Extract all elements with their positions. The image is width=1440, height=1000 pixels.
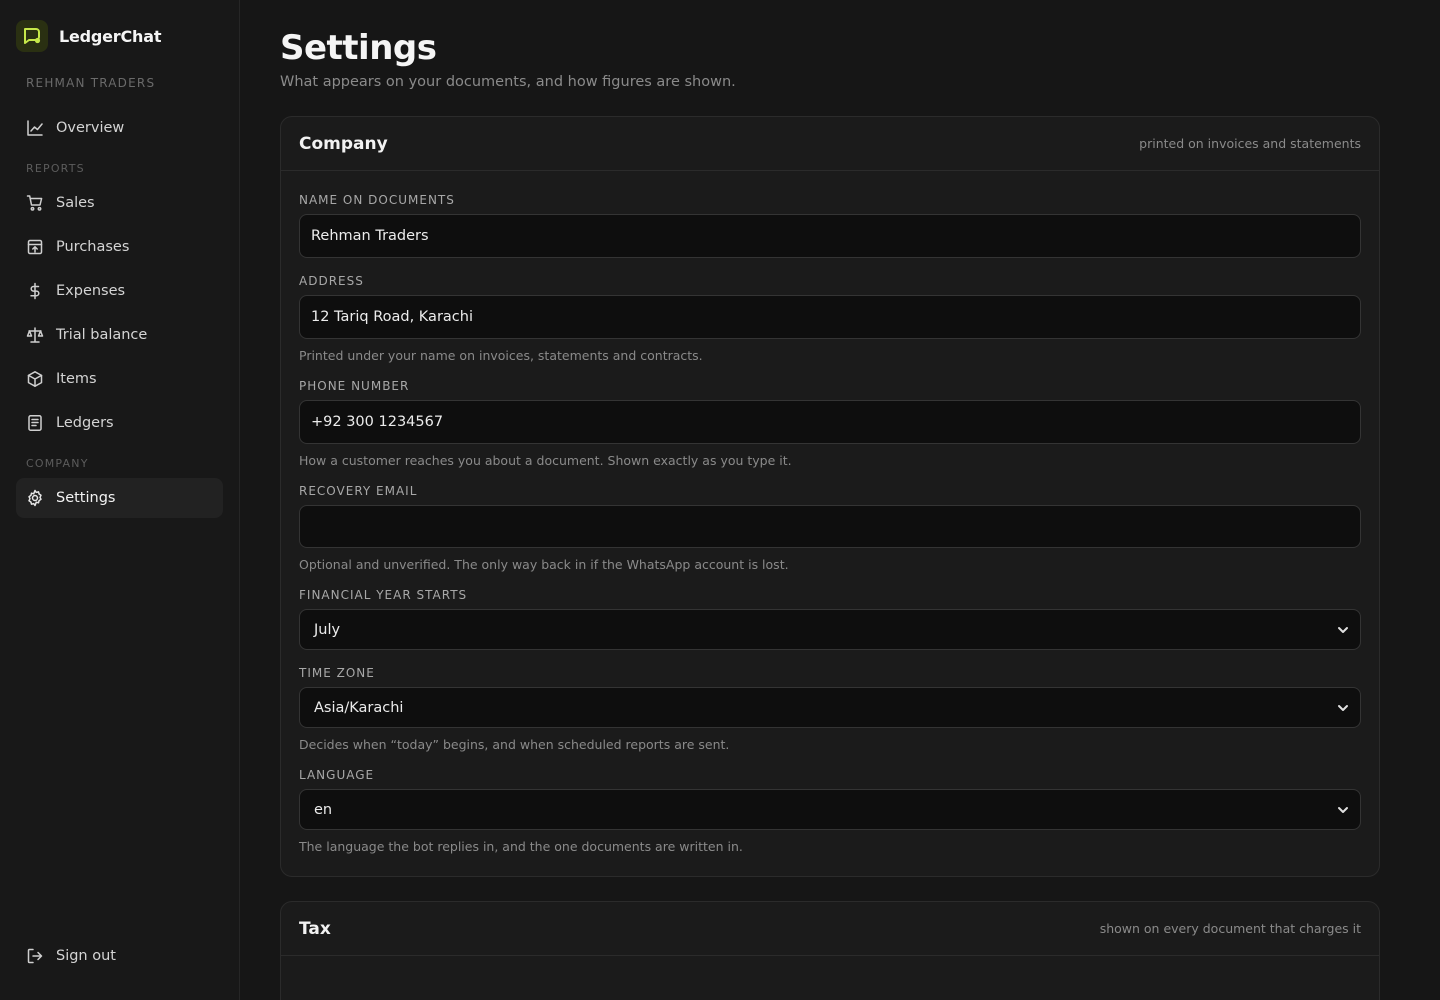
phone-number-input[interactable] <box>299 400 1361 444</box>
time-zone-value: Asia/Karachi <box>314 699 404 716</box>
sidebar-item-label: Sales <box>56 195 95 211</box>
sign-out-icon <box>27 948 43 964</box>
name-field-label: NAME ON DOCUMENTS <box>299 193 455 207</box>
sidebar-item-label: Purchases <box>56 239 130 255</box>
sidebar-item-expenses[interactable]: Expenses <box>16 271 223 311</box>
shopping-cart-icon <box>26 195 43 211</box>
box-icon <box>27 371 43 387</box>
phone-field-group: PHONE NUMBER How a customer reaches you … <box>299 379 1361 468</box>
chevron-down-icon <box>1338 627 1348 633</box>
recovery-email-input[interactable] <box>299 505 1361 548</box>
package-in-icon <box>27 239 43 255</box>
sidebar: LedgerChat REHMAN TRADERS Overview REPOR… <box>0 0 240 1000</box>
company-card: Company printed on invoices and statemen… <box>280 116 1380 877</box>
language-field-group: LANGUAGE en The language the bot replies… <box>299 768 1361 854</box>
address-field-group: ADDRESS Printed under your name on invoi… <box>299 274 1361 363</box>
language-hint: The language the bot replies in, and the… <box>299 839 743 854</box>
email-hint: Optional and unverified. The only way ba… <box>299 557 789 572</box>
sidebar-item-items[interactable]: Items <box>16 359 223 399</box>
tax-card-header: Tax shown on every document that charges… <box>281 902 1379 956</box>
name-on-documents-input[interactable] <box>299 214 1361 258</box>
time-zone-field-group: TIME ZONE Asia/Karachi Decides when “tod… <box>299 666 1361 752</box>
company-card-note: printed on invoices and statements <box>1139 136 1361 151</box>
sign-out-label: Sign out <box>56 948 116 964</box>
app-root: LedgerChat REHMAN TRADERS Overview REPOR… <box>0 0 1440 1000</box>
company-card-header: Company printed on invoices and statemen… <box>281 117 1379 171</box>
dollar-icon <box>30 282 40 300</box>
sidebar-item-settings[interactable]: Settings <box>16 478 223 518</box>
sign-out-button[interactable]: Sign out <box>16 936 224 976</box>
sidebar-item-sales[interactable]: Sales <box>16 183 223 223</box>
phone-hint: How a customer reaches you about a docum… <box>299 453 792 468</box>
financial-year-field-group: FINANCIAL YEAR STARTS July <box>299 588 1361 650</box>
sidebar-item-overview[interactable]: Overview <box>16 108 223 148</box>
sidebar-item-purchases[interactable]: Purchases <box>16 227 223 267</box>
sidebar-item-label: Overview <box>56 120 125 136</box>
address-input[interactable] <box>299 295 1361 339</box>
sidebar-item-label: Trial balance <box>56 327 148 343</box>
brand-name: LedgerChat <box>59 26 162 46</box>
ledger-icon <box>28 415 42 431</box>
address-hint: Printed under your name on invoices, sta… <box>299 348 703 363</box>
financial-year-select[interactable]: July <box>299 609 1361 650</box>
company-card-body: NAME ON DOCUMENTS ADDRESS Printed under … <box>281 171 1379 876</box>
gear-icon <box>28 489 42 507</box>
ledgerchat-logo-icon <box>16 20 48 52</box>
page-title: Settings <box>280 28 437 68</box>
chevron-down-icon <box>1338 807 1348 813</box>
language-value: en <box>314 801 333 818</box>
name-field-group: NAME ON DOCUMENTS <box>299 193 1361 258</box>
scale-icon <box>26 327 44 343</box>
address-field-label: ADDRESS <box>299 274 364 288</box>
sidebar-item-label: Settings <box>56 490 116 506</box>
brand[interactable]: LedgerChat <box>16 0 223 72</box>
sidebar-item-label: Items <box>56 371 97 387</box>
line-chart-icon <box>27 120 43 136</box>
time-zone-select[interactable]: Asia/Karachi <box>299 687 1361 728</box>
page-subtitle: What appears on your documents, and how … <box>280 74 736 90</box>
financial-year-field-label: FINANCIAL YEAR STARTS <box>299 588 468 602</box>
financial-year-value: July <box>314 621 341 638</box>
company-section-label: COMPANY <box>26 457 89 470</box>
phone-field-label: PHONE NUMBER <box>299 379 410 393</box>
tax-card: Tax shown on every document that charges… <box>280 901 1380 1000</box>
main-content: Settings What appears on your documents,… <box>240 0 1440 1000</box>
tax-card-note: shown on every document that charges it <box>1099 921 1361 936</box>
reports-section-label: REPORTS <box>26 162 85 175</box>
company-card-title: Company <box>299 133 388 154</box>
sidebar-item-label: Expenses <box>56 283 126 299</box>
sidebar-item-label: Ledgers <box>56 415 114 431</box>
language-field-label: LANGUAGE <box>299 768 375 782</box>
language-select[interactable]: en <box>299 789 1361 830</box>
time-zone-field-label: TIME ZONE <box>299 666 375 680</box>
email-field-group: RECOVERY EMAIL Optional and unverified. … <box>299 484 1361 572</box>
email-field-label: RECOVERY EMAIL <box>299 484 418 498</box>
company-name-label: REHMAN TRADERS <box>26 76 156 90</box>
chevron-down-icon <box>1338 705 1348 711</box>
sidebar-item-trial-balance[interactable]: Trial balance <box>16 315 223 355</box>
tax-card-title: Tax <box>299 918 331 939</box>
sidebar-item-ledgers[interactable]: Ledgers <box>16 403 223 443</box>
time-zone-hint: Decides when “today” begins, and when sc… <box>299 737 730 752</box>
